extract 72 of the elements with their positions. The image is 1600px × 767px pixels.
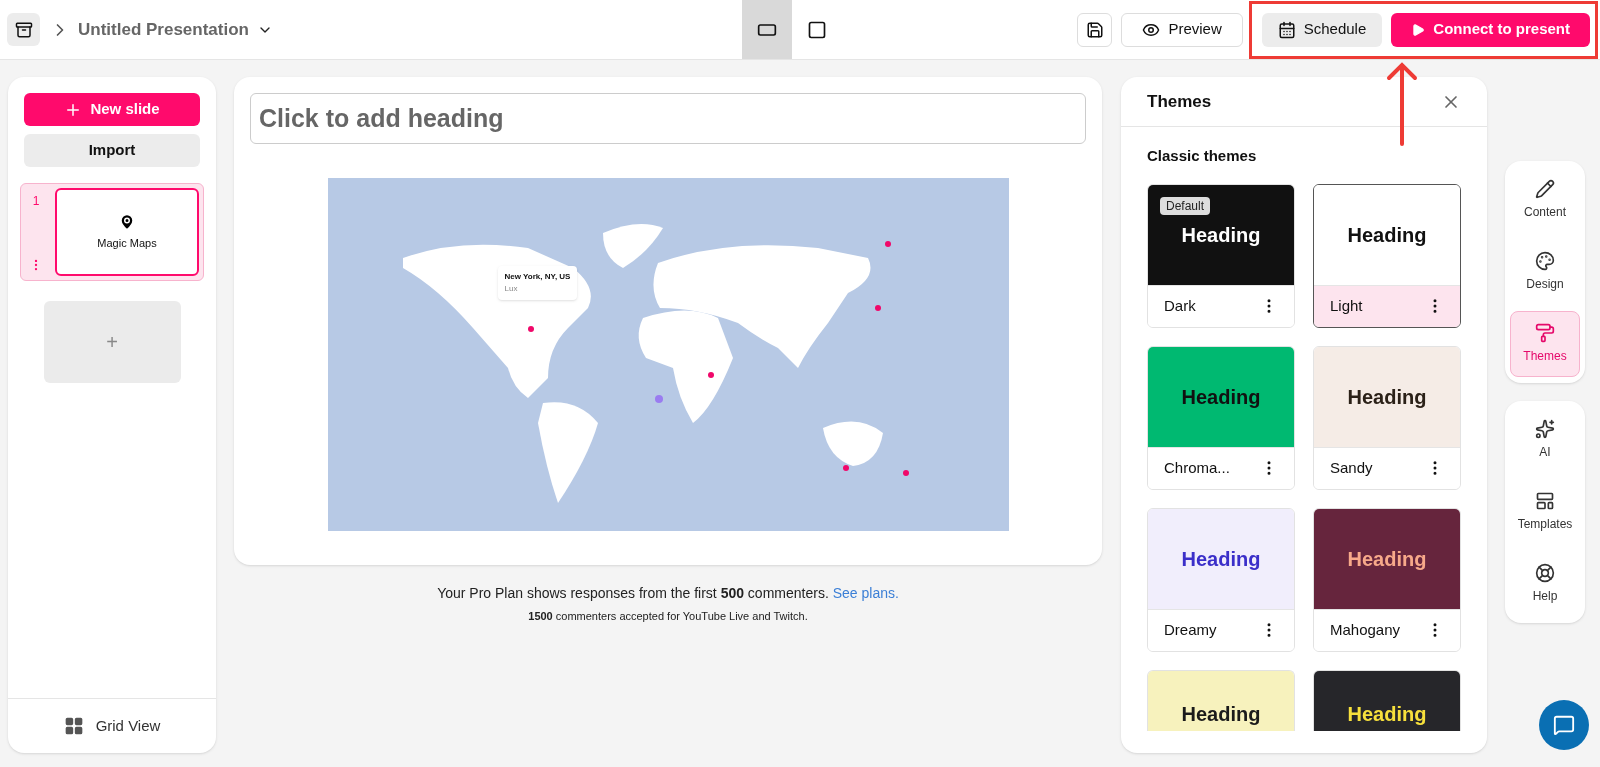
slide-preview[interactable]: Magic Maps [55,188,199,276]
theme-name: Sandy [1330,457,1373,478]
theme-name: Chroma... [1164,457,1230,478]
rail-tab[interactable]: Themes [1510,311,1580,377]
schedule-button[interactable]: Schedule [1261,12,1383,47]
default-badge: Default [1160,196,1211,215]
slide-thumbnail-row[interactable]: 1 Magic Maps [20,183,204,281]
tooltip-place: New York, NY, US [504,271,571,283]
theme-heading: Heading [1347,701,1427,727]
theme-heading: Heading [1347,546,1427,572]
map-pin-icon [118,212,136,231]
theme-name: Dreamy [1164,619,1217,640]
chat-button[interactable] [1539,700,1589,750]
theme-card[interactable]: Heading [1313,669,1461,731]
save-button[interactable] [1077,12,1113,47]
design-icon [1535,251,1555,271]
templates-icon [1535,491,1555,511]
play-icon [1411,22,1426,37]
heading-input-field[interactable]: Click to add heading [250,93,1086,144]
theme-name: Light [1330,295,1363,316]
theme-card[interactable]: Heading [1147,669,1295,731]
theme-card[interactable]: Heading Mahogany [1313,507,1461,652]
section-title: Classic themes [1146,146,1258,166]
rail-tab[interactable]: Templates [1510,479,1580,545]
layout-toggle[interactable] [741,0,792,59]
theme-card[interactable]: Heading Light [1313,183,1461,328]
calendar-icon [1277,20,1296,39]
presentation-title[interactable]: Untitled Presentation [78,16,273,43]
map-pin[interactable] [902,470,909,476]
theme-heading: Heading [1181,222,1261,248]
connect-to-present-button[interactable]: Connect to present [1391,12,1590,47]
theme-heading: Heading [1181,546,1261,572]
theme-heading: Heading [1181,701,1261,727]
import-button[interactable]: Import [24,134,200,167]
theme-name: Mahogany [1330,619,1401,640]
rail-tab[interactable]: Design [1510,239,1580,305]
rail-tab[interactable]: AI [1510,407,1580,473]
archive-icon [14,20,33,39]
slide-number: 1 [32,193,40,210]
help-icon [1535,563,1555,583]
content-icon [1535,179,1555,199]
map-pin[interactable] [707,372,714,378]
grid-view-button[interactable]: Grid View [63,714,161,738]
theme-heading: Heading [1181,384,1261,410]
home-button[interactable] [7,13,40,46]
new-slide-button[interactable]: New slide [24,93,200,126]
slide-title: Magic Maps [97,235,157,251]
theme-card[interactable]: Heading Sandy [1313,345,1461,490]
theme-card[interactable]: Heading Dreamy [1147,507,1295,652]
rail-tab[interactable]: Content [1510,167,1580,233]
plan-notice: Your Pro Plan shows responses from the first 500 commenters. See plans. [436,584,900,603]
commenters-notice: 1500 commenters accepted for YouTube Live and Twitch. [527,609,809,624]
map-pin[interactable] [874,305,881,311]
save-icon [1085,20,1104,39]
grid-icon [63,716,84,736]
theme-card[interactable]: Default Heading Dark [1147,183,1295,328]
theme-card[interactable]: Heading Chroma... [1147,345,1295,490]
ai-icon [1535,419,1555,439]
theme-heading: Heading [1347,222,1427,248]
chat-icon [1553,714,1575,736]
theme-heading: Heading [1347,384,1427,410]
panel-title: Themes [1147,90,1212,113]
rail-tab[interactable]: Help [1510,551,1580,617]
layout-icon [806,19,827,40]
tooltip-name: Lux [504,283,519,295]
see-plans-link[interactable]: See plans. [832,585,899,601]
map-pin[interactable] [527,326,534,332]
themes-icon [1535,323,1555,343]
theme-name: Dark [1164,295,1196,316]
map-pin[interactable] [842,465,849,471]
preview-button[interactable]: Preview [1121,12,1243,47]
map-pin[interactable] [884,241,891,247]
